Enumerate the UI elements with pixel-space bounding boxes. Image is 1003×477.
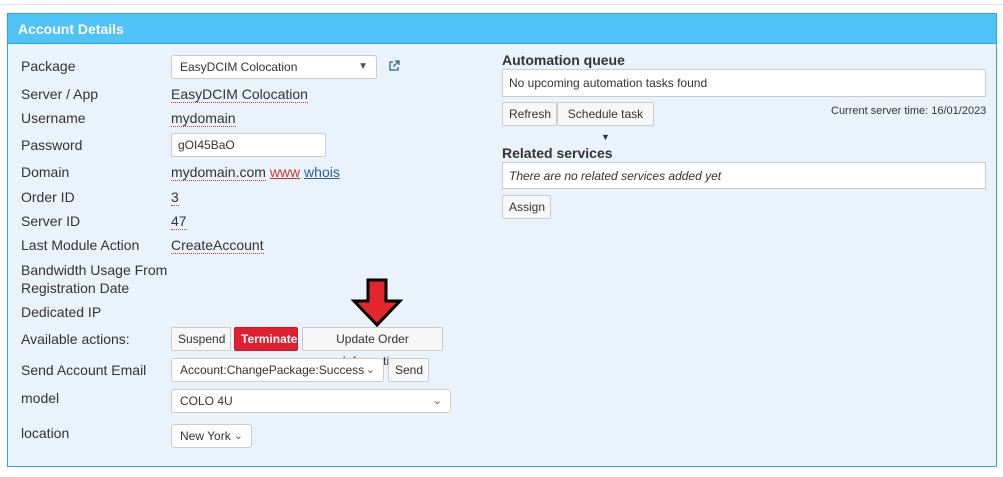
related-services-title: Related services xyxy=(502,145,613,161)
email-template-value: Account:ChangePackage:Success xyxy=(180,363,365,377)
chevron-down-icon: ⌄ xyxy=(233,430,243,442)
location-select-value: New York xyxy=(180,429,231,443)
location-label: location xyxy=(21,425,70,441)
dedicated-ip-label: Dedicated IP xyxy=(21,304,102,320)
bandwidth-label-line2: Registration Date xyxy=(21,280,130,296)
domain-value[interactable]: mydomain.com xyxy=(171,164,266,181)
model-select-value: COLO 4U xyxy=(180,394,233,408)
panel-title: Account Details xyxy=(8,14,996,44)
order-id-value[interactable]: 3 xyxy=(171,189,179,206)
username-value[interactable]: mydomain xyxy=(171,110,236,127)
server-id-value[interactable]: 47 xyxy=(171,213,187,230)
refresh-button[interactable]: Refresh xyxy=(502,102,557,126)
order-id-label: Order ID xyxy=(21,189,75,205)
automation-queue-box: No upcoming automation tasks found xyxy=(502,69,986,97)
password-label: Password xyxy=(21,137,83,153)
top-divider xyxy=(0,4,1003,5)
schedule-task-label: Schedule task xyxy=(567,107,644,121)
email-template-select[interactable]: Account:ChangePackage:Success ⌄ xyxy=(171,358,384,382)
server-app-label: Server / App xyxy=(21,86,99,102)
send-email-button[interactable]: Send xyxy=(388,358,429,382)
package-select[interactable]: EasyDCIM Colocation ▼ xyxy=(171,55,377,79)
chevron-down-icon: ⌄ xyxy=(365,364,375,376)
external-link-icon[interactable] xyxy=(388,60,400,72)
caret-down-icon: ▼ xyxy=(601,132,610,142)
last-module-action-value[interactable]: CreateAccount xyxy=(171,237,264,254)
current-server-time: Current server time: 16/01/2023 xyxy=(831,105,987,117)
password-field[interactable]: gOI45BaO xyxy=(171,133,326,157)
server-app-value[interactable]: EasyDCIM Colocation xyxy=(171,86,308,103)
available-actions-label: Available actions: xyxy=(21,331,130,347)
whois-link[interactable]: whois xyxy=(304,164,340,180)
www-link[interactable]: www xyxy=(270,164,300,180)
schedule-task-button[interactable]: Schedule task ▼ xyxy=(557,102,654,142)
assign-button[interactable]: Assign xyxy=(502,195,551,219)
bandwidth-label-line1: Bandwidth Usage From xyxy=(21,262,168,278)
send-account-email-label: Send Account Email xyxy=(21,362,147,378)
terminate-button[interactable]: Terminate xyxy=(234,327,298,351)
model-select[interactable]: COLO 4U ⌄ xyxy=(171,389,451,413)
chevron-down-icon: ⌄ xyxy=(432,395,442,407)
server-id-label: Server ID xyxy=(21,213,81,229)
chevron-down-icon: ▼ xyxy=(358,61,368,72)
package-select-value: EasyDCIM Colocation xyxy=(180,60,298,74)
related-services-box: There are no related services added yet xyxy=(502,162,986,189)
update-order-information-button[interactable]: Update Order Information xyxy=(302,327,443,368)
suspend-button[interactable]: Suspend xyxy=(171,327,231,351)
down-arrow-icon xyxy=(351,278,403,328)
location-select[interactable]: New York ⌄ xyxy=(171,424,252,448)
username-label: Username xyxy=(21,110,86,126)
model-label: model xyxy=(21,390,60,406)
automation-queue-title: Automation queue xyxy=(502,52,625,68)
domain-label: Domain xyxy=(21,164,70,180)
last-module-action-label: Last Module Action xyxy=(21,237,140,253)
package-label: Package xyxy=(21,58,76,74)
